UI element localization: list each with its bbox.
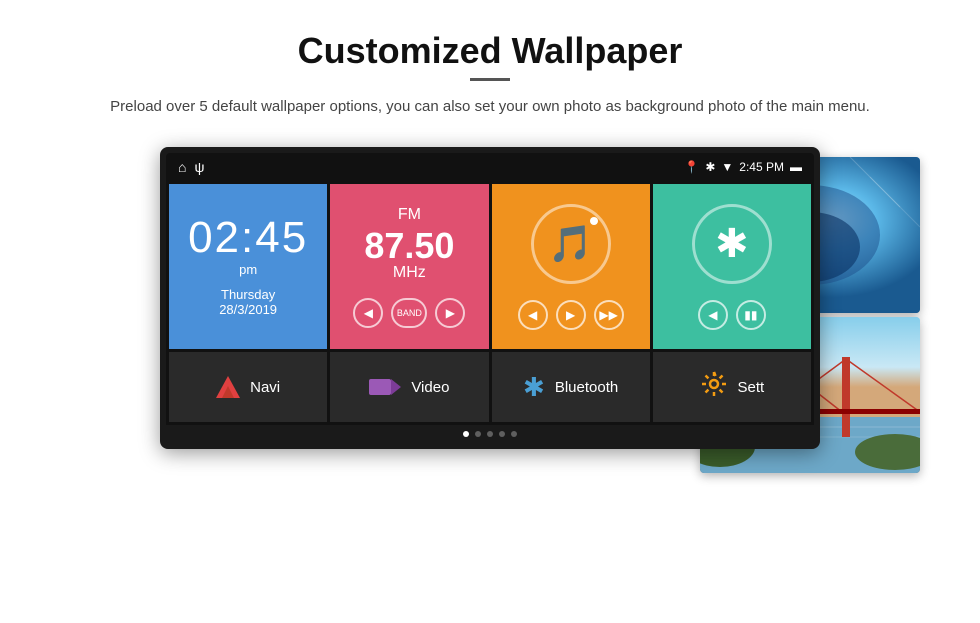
status-bar: ⌂ ψ 📍 ✱ ▼ 2:45 PM ▬	[166, 153, 814, 181]
cam-body	[369, 379, 391, 395]
settings-icon	[700, 370, 728, 405]
nav-settings-label: Sett	[738, 379, 765, 396]
radio-band: FM	[398, 206, 421, 224]
page-container: Customized Wallpaper Preload over 5 defa…	[0, 0, 980, 577]
dot-1	[463, 431, 469, 437]
battery-icon: ▬	[790, 160, 802, 174]
app-grid: 02:45 pm Thursday 28/3/2019 FM 87.50 MHz…	[166, 181, 814, 425]
radio-frequency: 87.50	[364, 228, 454, 264]
music-tile[interactable]: 🎵 ◀ ▶ ▶▶	[492, 184, 650, 349]
radio-next-button[interactable]: ▶	[435, 298, 465, 328]
nav-tile-navi[interactable]: Navi	[169, 352, 327, 422]
dot-3	[487, 431, 493, 437]
content-area: ⌂ ψ 📍 ✱ ▼ 2:45 PM ▬	[60, 147, 920, 547]
dot-5	[511, 431, 517, 437]
music-note-icon: 🎵	[548, 223, 593, 265]
music-icon-circle: 🎵	[531, 204, 611, 284]
clock-time: 02:45	[188, 216, 308, 260]
device-wrapper: ⌂ ψ 📍 ✱ ▼ 2:45 PM ▬	[160, 147, 820, 449]
music-controls: ◀ ▶ ▶▶	[518, 300, 624, 330]
nav-bluetooth-label: Bluetooth	[555, 379, 618, 396]
nav-bluetooth-icon: ✱	[523, 372, 545, 403]
bluetooth-status-icon: ✱	[705, 160, 715, 174]
navigation-icon	[216, 376, 240, 398]
bt-prev-button[interactable]: ◀	[698, 300, 728, 330]
status-bar-right: 📍 ✱ ▼ 2:45 PM ▬	[684, 160, 802, 174]
bluetooth-tile[interactable]: ✱ ◀ ▮▮	[653, 184, 811, 349]
radio-tile[interactable]: FM 87.50 MHz ◀ BAND ▶	[330, 184, 488, 349]
music-prev-button[interactable]: ◀	[518, 300, 548, 330]
video-icon	[369, 379, 401, 395]
dots-bar	[166, 425, 814, 443]
bluetooth-icon-circle: ✱	[692, 204, 772, 284]
nav-tile-settings[interactable]: Sett	[653, 352, 811, 422]
radio-controls: ◀ BAND ▶	[353, 298, 465, 328]
music-next-button[interactable]: ▶▶	[594, 300, 624, 330]
bluetooth-controls: ◀ ▮▮	[698, 300, 766, 330]
nav-navi-label: Navi	[250, 379, 280, 396]
nav-tile-bluetooth[interactable]: ✱ Bluetooth	[492, 352, 650, 422]
nav-tile-video[interactable]: Video	[330, 352, 488, 422]
status-bar-left: ⌂ ψ	[178, 159, 204, 175]
home-icon: ⌂	[178, 159, 186, 175]
status-time: 2:45 PM	[739, 160, 784, 174]
nav-video-label: Video	[411, 379, 449, 396]
page-title: Customized Wallpaper	[60, 30, 920, 72]
device-screen: ⌂ ψ 📍 ✱ ▼ 2:45 PM ▬	[166, 153, 814, 443]
bt-pause-button[interactable]: ▮▮	[736, 300, 766, 330]
radio-prev-button[interactable]: ◀	[353, 298, 383, 328]
page-subtitle: Preload over 5 default wallpaper options…	[60, 95, 920, 119]
dot-4	[499, 431, 505, 437]
device-frame: ⌂ ψ 📍 ✱ ▼ 2:45 PM ▬	[160, 147, 820, 449]
title-divider	[470, 78, 510, 81]
music-play-button[interactable]: ▶	[556, 300, 586, 330]
bluetooth-symbol-icon: ✱	[715, 221, 749, 267]
usb-icon: ψ	[194, 159, 204, 175]
clock-ampm: pm	[239, 262, 257, 277]
radio-unit: MHz	[393, 264, 426, 282]
wifi-icon: ▼	[721, 160, 733, 174]
music-dot	[590, 217, 598, 225]
dot-2	[475, 431, 481, 437]
radio-band-button[interactable]: BAND	[391, 298, 427, 328]
navi-icon-wrapper	[216, 376, 240, 398]
location-icon: 📍	[684, 160, 699, 174]
clock-tile[interactable]: 02:45 pm Thursday 28/3/2019	[169, 184, 327, 349]
cam-lens	[391, 379, 401, 395]
clock-date: 28/3/2019	[219, 302, 277, 317]
clock-day: Thursday	[221, 287, 275, 302]
